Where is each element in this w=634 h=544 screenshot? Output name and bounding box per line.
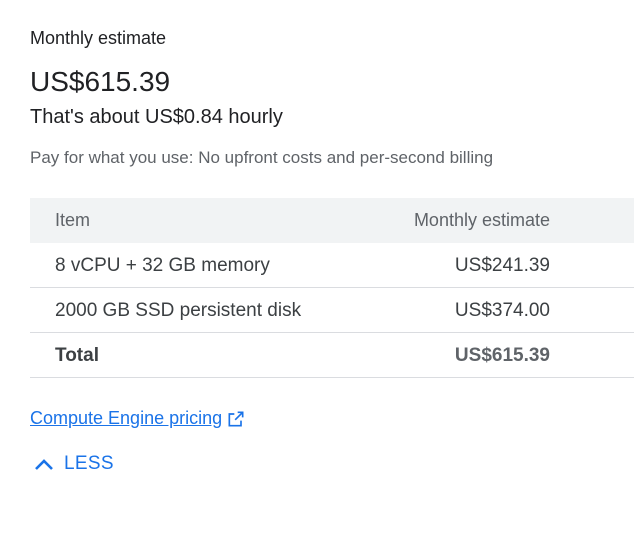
row-amount: US$241.39 <box>454 255 550 276</box>
less-label: LESS <box>64 453 114 474</box>
total-label: Total <box>55 345 99 366</box>
row-item: 8 vCPU + 32 GB memory <box>55 255 270 276</box>
estimate-table: Item Monthly estimate 8 vCPU + 32 GB mem… <box>30 198 634 378</box>
header-item: Item <box>55 210 91 230</box>
compute-engine-pricing-link[interactable]: Compute Engine pricing <box>30 408 246 429</box>
table-row: 8 vCPU + 32 GB memory US$241.39 <box>30 243 634 288</box>
monthly-estimate-panel: Monthly estimate US$615.39 That's about … <box>30 0 634 544</box>
estimate-total: US$615.39 <box>30 66 171 97</box>
table-header-row: Item Monthly estimate <box>30 198 634 243</box>
billing-note: Pay for what you use: No upfront costs a… <box>30 148 494 167</box>
table-total-row: Total US$615.39 <box>30 333 634 378</box>
open-in-new-icon <box>228 411 244 426</box>
chevron-up-icon <box>35 459 53 470</box>
row-item: 2000 GB SSD persistent disk <box>55 300 302 321</box>
table-row: 2000 GB SSD persistent disk US$374.00 <box>30 288 634 333</box>
header-amount: Monthly estimate <box>413 210 550 230</box>
estimate-hourly: That's about US$0.84 hourly <box>30 106 283 128</box>
total-amount: US$615.39 <box>454 345 550 366</box>
estimate-heading: Monthly estimate <box>30 28 167 48</box>
pricing-link-label: Compute Engine pricing <box>30 408 223 428</box>
row-amount: US$374.00 <box>454 300 550 321</box>
less-button[interactable]: LESS <box>32 452 114 476</box>
